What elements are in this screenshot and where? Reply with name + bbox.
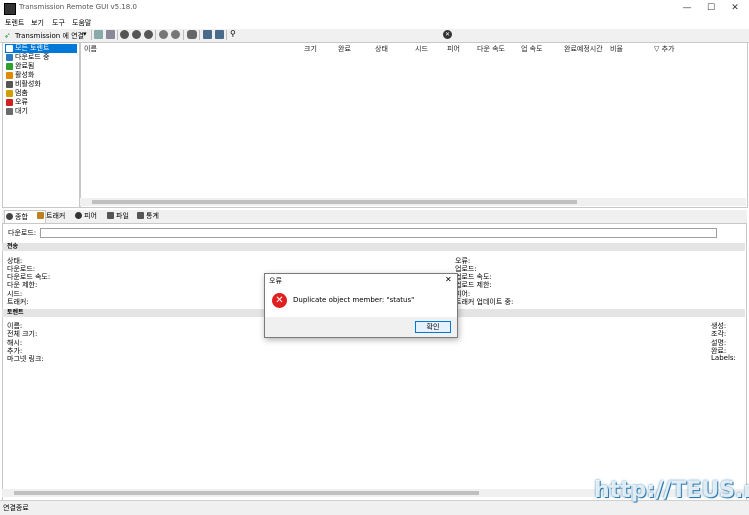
file-icon	[107, 212, 114, 219]
sidebar-item-completed[interactable]: 완료됨	[5, 62, 77, 71]
settings-icon[interactable]	[203, 30, 212, 39]
watermark: http://TEUS.me	[594, 478, 749, 503]
dialog-message: Duplicate object member: "status"	[293, 296, 415, 304]
column-ratio[interactable]: 비율	[610, 44, 623, 54]
completed-icon	[6, 63, 13, 70]
download-progress-bar	[40, 228, 717, 238]
transfer-section-header: 전송	[2, 243, 745, 251]
column-added[interactable]: ▽ 추가	[654, 44, 675, 54]
column-done[interactable]: 완료	[338, 44, 351, 54]
pause-icon[interactable]	[132, 30, 141, 39]
info-icon	[6, 213, 13, 220]
sidebar-item-waiting[interactable]: 대기	[5, 107, 77, 116]
active-icon	[6, 72, 13, 79]
start-icon[interactable]	[120, 30, 129, 39]
transfer-tracker-update-label: 트래커 업데이트 중:	[455, 298, 514, 306]
column-seeds[interactable]: 시드	[415, 44, 428, 54]
sidebar-item-all[interactable]: 모든 토렌트	[5, 44, 77, 53]
column-name[interactable]: 이름	[84, 44, 97, 54]
close-icon[interactable]: ✕	[443, 30, 452, 39]
tab-stats[interactable]: 통계	[136, 210, 172, 222]
menu-tools[interactable]: 도구	[52, 18, 65, 28]
stats-icon	[137, 212, 144, 219]
sidebar-item-active[interactable]: 활성화	[5, 71, 77, 80]
download-progress-label: 다운로드:	[8, 229, 37, 237]
menu-bar: 토렌트 보기 도구 도움말	[0, 17, 749, 29]
sidebar-item-stopped[interactable]: 멈춤	[5, 89, 77, 98]
column-eta[interactable]: 완료예정시간	[564, 44, 603, 54]
remove-icon[interactable]	[144, 30, 153, 39]
move-up-icon[interactable]	[159, 30, 168, 39]
torrent-list[interactable]: 이름 크기 완료 상태 시드 피어 다운 속도 업 속도 완료예정시간 비율 ▽…	[80, 42, 748, 208]
close-button[interactable]: ✕	[722, 0, 748, 17]
add-torrent-icon[interactable]	[94, 30, 103, 39]
column-down-speed[interactable]: 다운 속도	[477, 44, 505, 54]
dialog-close-icon[interactable]: ✕	[445, 275, 452, 284]
move-down-icon[interactable]	[171, 30, 180, 39]
peer-icon	[75, 212, 82, 219]
filter-sidebar: 모든 토렌트 다운로드 중 완료됨 활성화 비활성화 멈춤 오류 대기	[2, 42, 80, 208]
tab-peers[interactable]: 피어	[74, 210, 110, 222]
torrent-labels-label: Labels:	[711, 354, 736, 362]
connect-button[interactable]: Transmission 에 연결	[15, 31, 84, 41]
scrollbar-thumb[interactable]	[14, 491, 479, 495]
inactive-icon	[6, 81, 13, 88]
error-icon: ✕	[272, 293, 287, 308]
sidebar-item-error[interactable]: 오류	[5, 98, 77, 107]
minimize-button[interactable]: —	[674, 0, 700, 17]
stopped-icon	[6, 90, 13, 97]
dialog-title: 오류	[269, 277, 282, 285]
menu-help[interactable]: 도움말	[72, 18, 91, 28]
transfer-trackers-label: 트래커:	[7, 298, 29, 306]
column-peers[interactable]: 피어	[447, 44, 460, 54]
title-bar: Transmission Remote GUI v5.18.0 — ☐ ✕	[0, 0, 749, 18]
add-link-icon[interactable]	[106, 30, 115, 39]
app-icon	[4, 3, 16, 15]
speed-limit-icon[interactable]	[187, 30, 197, 39]
column-size[interactable]: 크기	[304, 44, 317, 54]
error-dialog: 오류 ✕ ✕ Duplicate object member: "status"…	[264, 273, 458, 338]
connection-status: 연결종료	[3, 504, 29, 512]
chevron-down-icon[interactable]: ▾	[83, 30, 87, 38]
list-horizontal-scrollbar[interactable]	[80, 198, 746, 206]
tracker-icon	[37, 212, 44, 219]
detail-tabs: 종합 트래커 피어 파일 통계	[2, 210, 747, 223]
search-icon[interactable]: ⚲	[230, 29, 236, 38]
toolbar: ➶ Transmission 에 연결 ▾ ⚲ ✕	[0, 29, 749, 43]
all-torrents-icon	[6, 45, 13, 52]
sidebar-item-downloading[interactable]: 다운로드 중	[5, 53, 77, 62]
maximize-button[interactable]: ☐	[698, 0, 724, 17]
error-icon	[6, 99, 13, 106]
waiting-icon	[6, 108, 13, 115]
menu-view[interactable]: 보기	[31, 18, 44, 28]
connect-icon: ➶	[4, 31, 11, 40]
scrollbar-thumb[interactable]	[92, 200, 577, 204]
menu-torrent[interactable]: 토렌트	[5, 18, 24, 28]
column-status[interactable]: 상태	[375, 44, 388, 54]
torrent-magnet-label: 마그넷 링크:	[7, 355, 44, 363]
download-icon	[6, 54, 13, 61]
tools-icon[interactable]	[215, 30, 224, 39]
sidebar-item-inactive[interactable]: 비활성화	[5, 80, 77, 89]
ok-button[interactable]: 확인	[415, 321, 451, 333]
general-panel	[2, 223, 747, 501]
column-up-speed[interactable]: 업 속도	[521, 44, 543, 54]
window-title: Transmission Remote GUI v5.18.0	[19, 3, 137, 11]
